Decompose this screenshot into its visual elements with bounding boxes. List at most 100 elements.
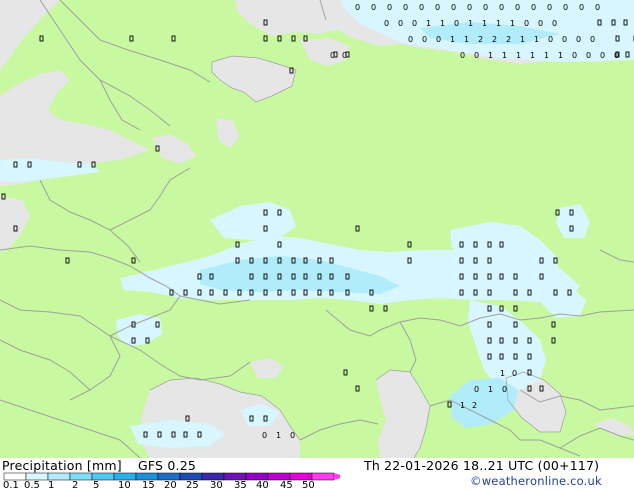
colorbar-segment: [179, 472, 203, 481]
colorbar-label: 15: [142, 480, 155, 491]
grid-value: 0: [403, 3, 408, 12]
grid-value: 2: [478, 35, 483, 44]
colorbar-segment: [3, 472, 27, 481]
grid-value: 1: [450, 35, 455, 44]
grid-value: 1: [426, 19, 431, 28]
colorbar-label: 50: [302, 480, 315, 491]
grid-value: 0: [467, 3, 472, 12]
grid-value: 0: [371, 3, 376, 12]
colorbar-label: 5: [93, 480, 100, 491]
grid-value: 1: [558, 51, 563, 60]
grid-value: 0: [474, 51, 479, 60]
grid-value: 1: [520, 35, 525, 44]
grid-value: 0: [451, 3, 456, 12]
grid-value: 0: [562, 35, 567, 44]
grid-value: 1: [464, 35, 469, 44]
grid-value: 0: [435, 3, 440, 12]
grid-value: 0: [531, 3, 536, 12]
grid-value: 0: [262, 431, 267, 440]
grid-value: 0: [600, 51, 605, 60]
grid-value: 0: [576, 35, 581, 44]
grid-value: 0: [460, 51, 465, 60]
grid-value: 1: [460, 401, 465, 410]
grid-value: 0: [387, 3, 392, 12]
grid-value: 0: [595, 3, 600, 12]
grid-value: 1: [530, 51, 535, 60]
colorbar-label: 1: [48, 480, 55, 491]
colorbar-segment: [25, 472, 49, 481]
grid-value: 0: [398, 19, 403, 28]
colorbar-segment: [47, 472, 71, 481]
colorbar-segment: [223, 472, 247, 481]
colorbar-label: 0.1: [3, 480, 19, 491]
grid-value: 0: [422, 35, 427, 44]
colorbar-segment: [69, 472, 93, 481]
colorbar-label: 30: [210, 480, 223, 491]
grid-value: 0: [515, 3, 520, 12]
colorbar-label: 40: [256, 480, 269, 491]
colorbar-segment: [157, 472, 181, 481]
grid-value: 0: [483, 3, 488, 12]
grid-value: 0: [563, 3, 568, 12]
grid-value: 0: [290, 431, 295, 440]
credit-link[interactable]: ©weatheronline.co.uk: [470, 474, 602, 488]
colorbar-label: 35: [234, 480, 247, 491]
grid-value: 0: [454, 19, 459, 28]
colorbar-label: 10: [118, 480, 131, 491]
forecast-datetime: Th 22-01-2026 18..21 UTC (00+117): [364, 458, 600, 473]
grid-value: 1: [488, 51, 493, 60]
grid-value: 1: [544, 51, 549, 60]
map-canvas: 0 0 0 0 0 0 0 0 0 0 0 0 0 0 0 00 0 0 1 1 0 1 1 1 1 0 0 00 0 0 1 1 2 2 2 1 1 0…: [0, 0, 634, 458]
colorbar-segment: [113, 472, 137, 481]
grid-value: 0: [524, 19, 529, 28]
colorbar-segment: [91, 472, 115, 481]
colorbar-segment: [289, 472, 313, 481]
colorbar-label: 0.5: [24, 480, 40, 491]
grid-value: 2: [472, 401, 477, 410]
grid-value: 0: [538, 19, 543, 28]
grid-value: 0: [579, 3, 584, 12]
colorbar-segment: [311, 472, 335, 481]
colorbar-label: 2: [72, 480, 79, 491]
model-name: GFS 0.25: [138, 458, 196, 473]
colorbar-segment: [135, 472, 159, 481]
grid-value: 0: [502, 385, 507, 394]
grid-value: 1: [482, 19, 487, 28]
grid-value: 1: [534, 35, 539, 44]
grid-value: 0: [552, 19, 557, 28]
colorbar-segment: [201, 472, 225, 481]
grid-value: 0: [572, 51, 577, 60]
grid-value: 1: [440, 19, 445, 28]
grid-value: 0: [512, 369, 517, 378]
grid-value: 0: [384, 19, 389, 28]
grid-value: 0: [355, 3, 360, 12]
grid-value: 1: [516, 51, 521, 60]
grid-value: 0: [342, 51, 347, 60]
colorbar-label: 20: [164, 480, 177, 491]
grid-value: 1: [510, 19, 515, 28]
grid-value: 0: [548, 35, 553, 44]
grid-value: 0: [590, 35, 595, 44]
grid-value: 0: [412, 19, 417, 28]
grid-value: 0: [436, 35, 441, 44]
colorbar-label: 45: [280, 480, 293, 491]
colorbar-segment: [245, 472, 269, 481]
precipitation-map: 0000000000000000000110111100000011222110…: [0, 0, 634, 458]
grid-value: 0: [408, 35, 413, 44]
colorbar-segment: [267, 472, 291, 481]
grid-value: 0: [499, 3, 504, 12]
grid-value: 1: [496, 19, 501, 28]
grid-value: 0: [330, 51, 335, 60]
colorbar-label: 25: [186, 480, 199, 491]
grid-value: 0: [474, 385, 479, 394]
grid-value: 0: [419, 3, 424, 12]
grid-value: 0: [547, 3, 552, 12]
grid-value: 1: [488, 385, 493, 394]
grid-value: 0: [586, 51, 591, 60]
colorbar-arrow: [334, 473, 340, 480]
grid-value: 1: [276, 431, 281, 440]
precip-title: Precipitation [mm]: [2, 458, 122, 473]
grid-value: 0: [614, 51, 619, 60]
grid-value: 1: [468, 19, 473, 28]
grid-value: 1: [500, 369, 505, 378]
